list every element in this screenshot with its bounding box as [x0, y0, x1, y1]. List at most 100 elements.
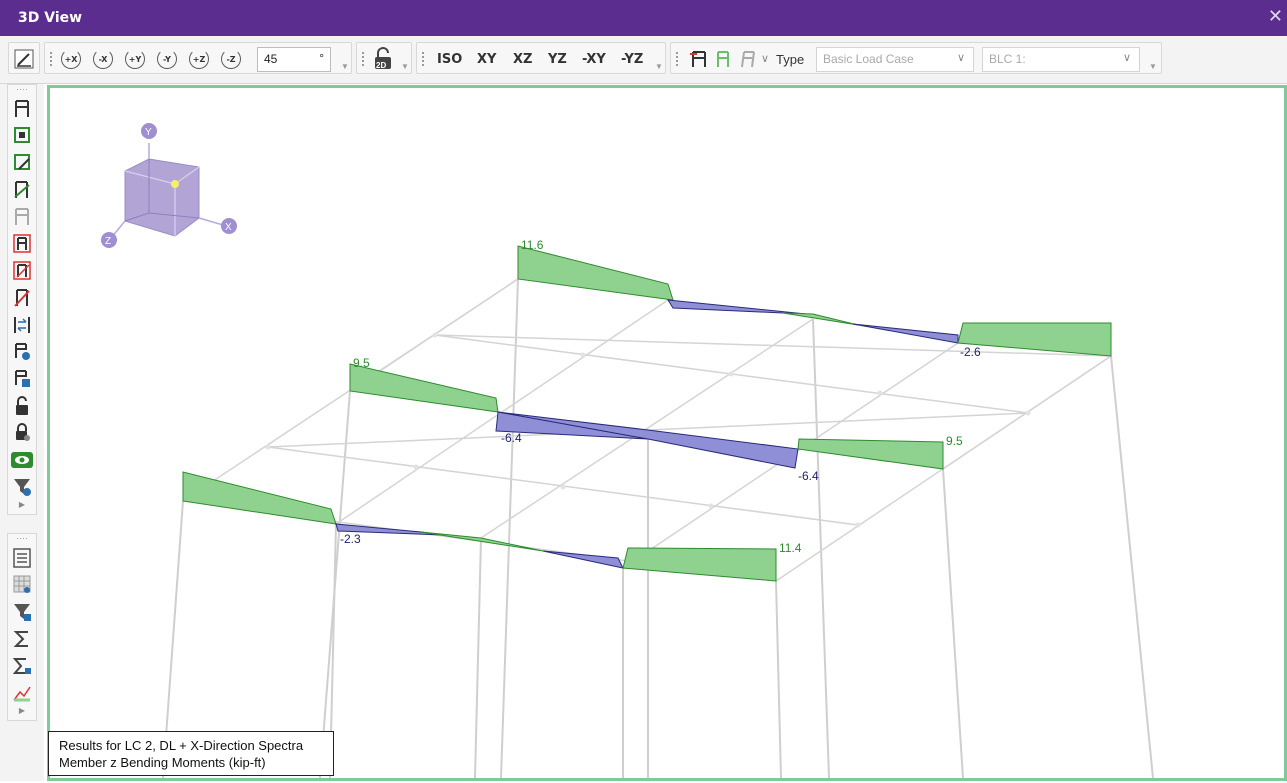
columns: [162, 278, 1154, 779]
grip-handle[interactable]: ····: [8, 85, 36, 95]
lock-open-icon: [16, 395, 28, 415]
close-icon[interactable]: ✕: [1268, 6, 1283, 27]
lock-view-icon: [16, 422, 30, 441]
sidebar-button[interactable]: [8, 571, 36, 598]
column: [500, 278, 519, 779]
sidebar-button[interactable]: [8, 392, 36, 419]
view-xy-button[interactable]: XY: [477, 52, 496, 67]
list-icon: [13, 547, 31, 568]
view-2d-dropdown-arrow-icon[interactable]: ▼: [401, 62, 409, 71]
node: [728, 371, 734, 377]
node: [1025, 410, 1031, 416]
x-axis-label: X: [225, 222, 232, 233]
moment-negative-region: [667, 299, 807, 315]
rotation-dropdown-arrow-icon[interactable]: ▼: [341, 62, 349, 71]
sidebar-button[interactable]: [8, 149, 36, 176]
sidebar-button[interactable]: [8, 176, 36, 203]
filter-icon: [14, 478, 31, 496]
sidebar-button[interactable]: [8, 544, 36, 571]
moment-label: -2.6: [960, 345, 981, 359]
rotate-minus-z-button[interactable]: -Z: [219, 47, 243, 71]
column: [942, 468, 964, 779]
sidebar-button[interactable]: [8, 311, 36, 338]
3d-viewport[interactable]: 11.6 -2.6 9.5 -6.4 9.5 -6.4 -2.3 11.4 Y …: [47, 85, 1287, 781]
sidebar-button[interactable]: [8, 652, 36, 679]
rotate-plus-y-button[interactable]: +Y: [123, 47, 147, 71]
table-icon: [13, 575, 31, 593]
axis-gizmo[interactable]: Y X Z: [101, 123, 237, 248]
rotate-plus-z-button[interactable]: +Z: [187, 47, 211, 71]
moment-positive-region: [420, 531, 544, 552]
moment-negative-region: [542, 550, 624, 569]
lock-2d-button[interactable]: 2D: [371, 47, 395, 71]
eye-icon: [11, 451, 33, 468]
sidebar-button[interactable]: [8, 338, 36, 365]
member-gray-icon: [15, 207, 29, 225]
node: [855, 522, 861, 528]
member-save-icon: [15, 369, 30, 387]
view-xz-button[interactable]: XZ: [513, 52, 532, 67]
moment-positive-region: [957, 322, 1112, 357]
sidebar-button[interactable]: [8, 203, 36, 230]
results-group: ∨ Type Basic Load Case ∨ BLC 1: ∨ ▼: [670, 42, 1162, 74]
sum-table-icon: [13, 657, 31, 674]
rotate-minus-y-button[interactable]: -Y: [155, 47, 179, 71]
node: [265, 444, 271, 450]
type-select[interactable]: Basic Load Case ∨: [816, 47, 974, 72]
member-sync-icon: [14, 316, 30, 333]
member-results-italic-button[interactable]: [735, 47, 759, 71]
node: [413, 464, 419, 470]
plate-edit-icon: [14, 153, 30, 170]
grip-handle[interactable]: ····: [8, 534, 36, 544]
sidebar-button[interactable]: [8, 230, 36, 257]
grip-handle[interactable]: [362, 52, 364, 66]
view-dropdown-arrow-icon[interactable]: ▼: [655, 62, 663, 71]
sidebar-expand-icon[interactable]: ▶: [8, 706, 36, 720]
sidebar-button[interactable]: [8, 95, 36, 122]
render-toggle-group: [8, 42, 40, 74]
sidebar-button[interactable]: [8, 284, 36, 311]
sidebar-button[interactable]: [8, 473, 36, 500]
case-select[interactable]: BLC 1: ∨: [982, 47, 1140, 72]
legend-line-load-case: Results for LC 2, DL + X-Direction Spect…: [59, 738, 304, 753]
member-results-button[interactable]: [687, 47, 711, 71]
sidebar-section-1: ···· ▶: [7, 84, 37, 515]
chevron-down-icon: ∨: [1122, 52, 1131, 64]
grip-handle[interactable]: [676, 52, 678, 66]
sidebar-button[interactable]: [8, 446, 36, 473]
member-diagram-green-icon: [717, 51, 729, 67]
rotate-minus-x-button[interactable]: -X: [91, 47, 115, 71]
rotation-angle-input[interactable]: 45 °: [257, 47, 331, 72]
sidebar-button[interactable]: [8, 257, 36, 284]
grip-handle[interactable]: [50, 52, 52, 66]
sidebar-button[interactable]: [8, 122, 36, 149]
moment-positive-region: [182, 471, 337, 525]
sidebar-button[interactable]: [8, 679, 36, 706]
view-minus-xy-button[interactable]: -XY: [582, 52, 606, 67]
member-diagram-red-icon: [690, 51, 706, 67]
member-red-edit-icon: [13, 260, 31, 280]
grip-handle[interactable]: [422, 52, 424, 66]
degree-unit: °: [319, 51, 324, 65]
moment-label: 9.5: [946, 434, 963, 448]
sidebar-button[interactable]: [8, 625, 36, 652]
y-axis-label: Y: [145, 127, 152, 138]
member-results-green-button[interactable]: [711, 47, 735, 71]
rotate-plus-y-icon: +Y: [125, 49, 145, 69]
view-2d-group: 2D ▼: [356, 42, 412, 74]
sidebar-section-2: ···· ▶: [7, 533, 37, 721]
view-iso-button[interactable]: ISO: [437, 52, 462, 67]
column: [775, 580, 782, 779]
view-minus-yz-button[interactable]: -YZ: [621, 52, 643, 67]
results-dropdown-arrow-icon[interactable]: ▼: [1149, 62, 1157, 71]
results-chevron-icon[interactable]: ∨: [761, 52, 769, 65]
sidebar-button[interactable]: [8, 365, 36, 392]
sidebar-expand-icon[interactable]: ▶: [8, 500, 36, 514]
left-toolbar: ···· ▶ ···· ▶: [0, 84, 44, 781]
render-mode-button[interactable]: [12, 47, 36, 71]
view-yz-button[interactable]: YZ: [548, 52, 567, 67]
sidebar-button[interactable]: [8, 598, 36, 625]
moment-label: -2.3: [340, 532, 361, 546]
sidebar-button[interactable]: [8, 419, 36, 446]
rotate-plus-x-button[interactable]: +X: [59, 47, 83, 71]
